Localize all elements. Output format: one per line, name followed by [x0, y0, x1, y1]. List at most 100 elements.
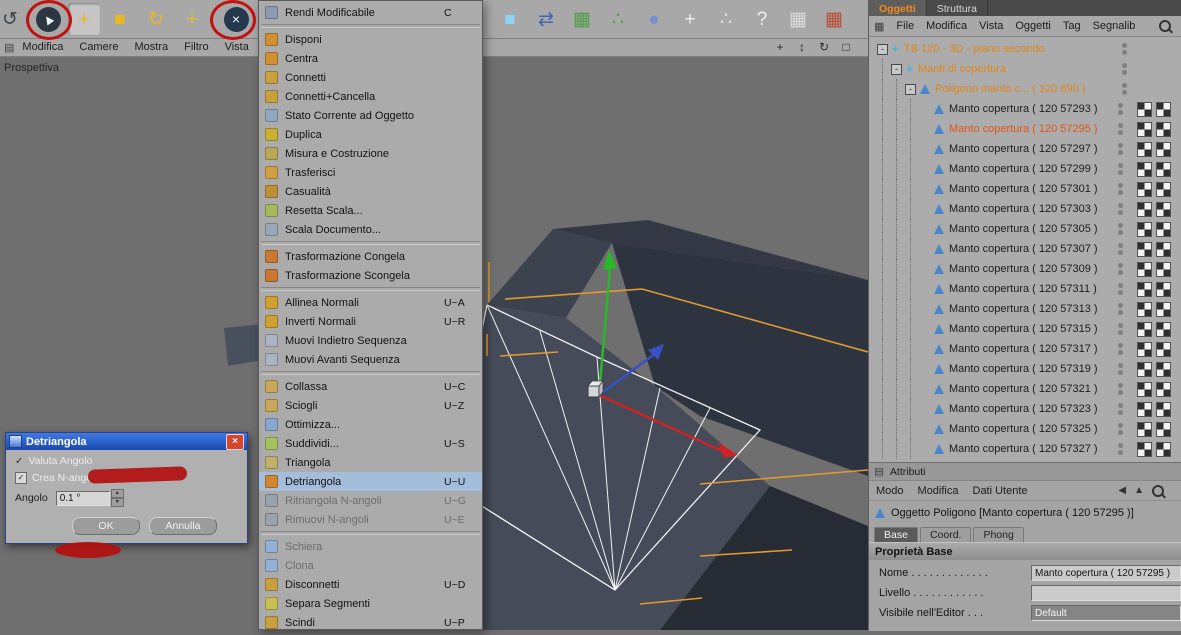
texture-tag-icon[interactable]	[1156, 341, 1171, 357]
option-crea-n-angoli[interactable]: ✓ Crea N-angoli	[15, 472, 247, 484]
texture-tag-icon[interactable]	[1137, 161, 1152, 177]
tree-row[interactable]: Manto copertura ( 120 57305 )	[869, 219, 1181, 239]
visibility-dots[interactable]	[1118, 323, 1123, 335]
texture-tag-icon[interactable]	[1156, 121, 1171, 137]
om-menu-segnalib[interactable]: Segnalib	[1087, 20, 1142, 32]
tree-row[interactable]: Manto copertura ( 120 57315 )	[869, 319, 1181, 339]
visibility-dots[interactable]	[1118, 183, 1123, 195]
tree-row[interactable]: Manto copertura ( 120 57301 )	[869, 179, 1181, 199]
visibility-dots[interactable]	[1118, 383, 1123, 395]
move-axis-icon[interactable]: +	[674, 3, 706, 35]
attr-menu-dati-utente[interactable]: Dati Utente	[966, 485, 1035, 497]
menu-item-allinea-normali[interactable]: Allinea Normali U~A	[259, 293, 482, 312]
field-value-nome[interactable]: Manto copertura ( 120 57295 )	[1031, 565, 1181, 581]
texture-tag-icon[interactable]	[1156, 261, 1171, 277]
option-valuta-angolo[interactable]: ✓ Valuta Angolo	[15, 455, 247, 467]
tree-row[interactable]: - + Manti di copertura	[869, 59, 1181, 79]
om-menu-oggetti[interactable]: Oggetti	[1009, 20, 1056, 32]
view-rotate-icon[interactable]: ↻	[816, 40, 832, 54]
menu-item-stato-corrente-ad-oggetto[interactable]: Stato Corrente ad Oggetto	[259, 106, 482, 125]
menu-item-sciogli[interactable]: Sciogli U~Z	[259, 396, 482, 415]
checkbox-icon[interactable]: ✓	[15, 472, 27, 484]
texture-tag-icon[interactable]	[1137, 381, 1152, 397]
menu-item-resetta-scala[interactable]: Resetta Scala...	[259, 201, 482, 220]
tab-oggetti[interactable]: Oggetti	[869, 0, 927, 16]
menu-item-trasferisci[interactable]: Trasferisci	[259, 163, 482, 182]
menu-item-disconnetti[interactable]: Disconnetti U~D	[259, 575, 482, 594]
tree-row[interactable]: Manto copertura ( 120 57321 )	[869, 379, 1181, 399]
visibility-dots[interactable]	[1118, 243, 1123, 255]
om-menu-tag[interactable]: Tag	[1057, 20, 1087, 32]
viewport-menu-camere[interactable]: Camere	[71, 41, 126, 53]
texture-tag-icon[interactable]	[1137, 281, 1152, 297]
menu-item-muovi-indietro-sequenza[interactable]: Muovi Indietro Sequenza	[259, 331, 482, 350]
menu-item-detriangola[interactable]: Detriangola U~U	[259, 472, 482, 491]
attr-menu-modifica[interactable]: Modifica	[911, 485, 966, 497]
coordinates-tool-icon[interactable]: +	[176, 3, 208, 35]
texture-tag-icon[interactable]	[1137, 141, 1152, 157]
visibility-dots[interactable]	[1118, 163, 1123, 175]
previous-object-icon[interactable]: ◀	[1118, 485, 1126, 496]
viewport-menu-modifica[interactable]: Modifica	[14, 41, 71, 53]
om-menu-modifica[interactable]: Modifica	[920, 20, 973, 32]
visibility-dots[interactable]	[1122, 63, 1127, 75]
visibility-dots[interactable]	[1118, 203, 1123, 215]
object-manager-layout-icon[interactable]: ▦	[874, 20, 884, 33]
texture-tag-icon[interactable]	[1137, 101, 1152, 117]
menu-item-connetti-cancella[interactable]: Connetti+Cancella	[259, 87, 482, 106]
om-menu-vista[interactable]: Vista	[973, 20, 1009, 32]
menu-item-rimuovi-n-angoli[interactable]: Rimuovi N-angoli U~E	[259, 510, 482, 529]
texture-tag-icon[interactable]	[1137, 441, 1152, 457]
menu-item-misura-e-costruzione[interactable]: Misura e Costruzione	[259, 144, 482, 163]
tree-row[interactable]: Manto copertura ( 120 57327 )	[869, 439, 1181, 459]
menu-item-scindi[interactable]: Scindi U~P	[259, 613, 482, 629]
array-object-icon[interactable]: ▦	[566, 3, 598, 35]
visibility-dots[interactable]	[1118, 263, 1123, 275]
help-icon[interactable]: ?	[746, 3, 778, 35]
visibility-dots[interactable]	[1122, 83, 1127, 95]
expander-icon[interactable]: -	[877, 43, 888, 55]
visibility-dots[interactable]	[1118, 363, 1123, 375]
attr-menu-modo[interactable]: Modo	[869, 485, 911, 497]
menu-item-separa-segmenti[interactable]: Separa Segmenti	[259, 594, 482, 613]
expander-icon[interactable]: -	[905, 83, 916, 95]
angle-stepper[interactable]: ▲ ▼	[110, 489, 124, 507]
texture-tag-icon[interactable]	[1156, 401, 1171, 417]
search-icon[interactable]	[1152, 484, 1164, 497]
visibility-dots[interactable]	[1118, 283, 1123, 295]
menu-item-connetti[interactable]: Connetti	[259, 68, 482, 87]
texture-tag-icon[interactable]	[1137, 301, 1152, 317]
tree-row[interactable]: Manto copertura ( 120 57325 )	[869, 419, 1181, 439]
visibility-dots[interactable]	[1122, 43, 1127, 55]
viewport-menu-vista[interactable]: Vista	[217, 41, 257, 53]
texture-tag-icon[interactable]	[1137, 321, 1152, 337]
tree-row[interactable]: - + TB 120 - 3D - piano secondo	[869, 39, 1181, 59]
scale-tool-icon[interactable]: ■	[104, 3, 136, 35]
tree-row[interactable]: Manto copertura ( 120 57317 )	[869, 339, 1181, 359]
menu-item-casualit[interactable]: Casualità	[259, 182, 482, 201]
texture-tag-icon[interactable]	[1137, 261, 1152, 277]
attr-tab-base[interactable]: Base	[874, 527, 918, 542]
menu-item-ottimizza[interactable]: Ottimizza...	[259, 415, 482, 434]
field-value-livello[interactable]	[1031, 585, 1181, 601]
tree-row[interactable]: Manto copertura ( 120 57303 )	[869, 199, 1181, 219]
menu-item-clona[interactable]: Clona	[259, 556, 482, 575]
view-maximize-icon[interactable]: □	[838, 40, 854, 54]
menu-item-scala-documento[interactable]: Scala Documento...	[259, 220, 482, 239]
menu-item-trasformazione-congela[interactable]: Trasformazione Congela	[259, 247, 482, 266]
live-selection-tool-icon[interactable]: ▲	[32, 3, 64, 35]
tree-row[interactable]: Manto copertura ( 120 57299 )	[869, 159, 1181, 179]
field-value-visibile-nell-editor[interactable]: Default	[1031, 605, 1181, 621]
attr-tab-coord[interactable]: Coord.	[919, 527, 972, 542]
menu-item-disponi[interactable]: Disponi	[259, 30, 482, 49]
tab-struttura[interactable]: Struttura	[927, 0, 989, 16]
visibility-dots[interactable]	[1118, 423, 1123, 435]
texture-tag-icon[interactable]	[1156, 101, 1171, 117]
visibility-dots[interactable]	[1118, 123, 1123, 135]
menu-item-schiera[interactable]: Schiera	[259, 537, 482, 556]
expander-icon[interactable]: -	[891, 63, 902, 75]
layout-grid-icon[interactable]: ▦	[818, 3, 850, 35]
menu-item-ritriangola-n-angoli[interactable]: Ritriangola N-angoli U~G	[259, 491, 482, 510]
menu-item-suddividi[interactable]: Suddividi... U~S	[259, 434, 482, 453]
spreadsheet-icon[interactable]: ▦	[782, 3, 814, 35]
